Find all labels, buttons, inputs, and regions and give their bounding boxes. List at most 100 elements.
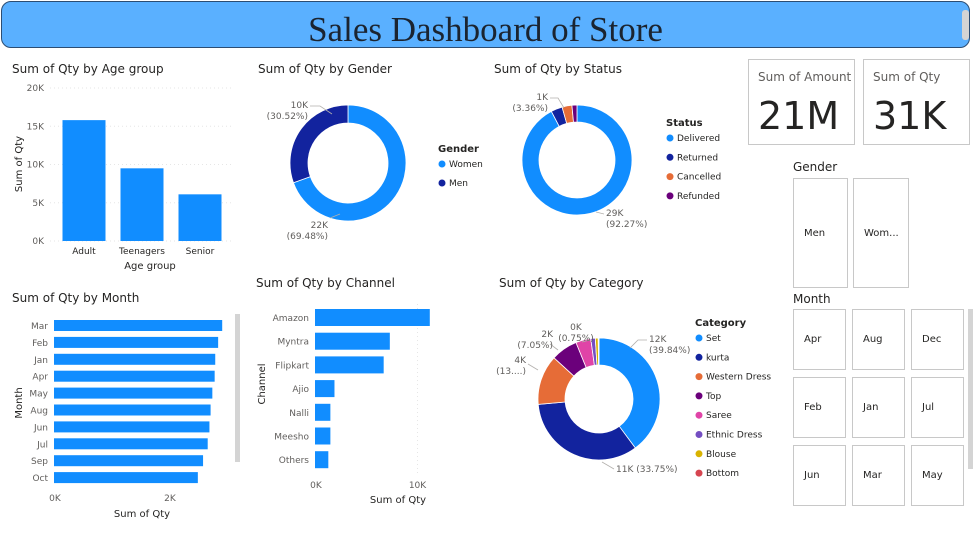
slice-bottom xyxy=(597,337,600,366)
sum-of-qty-card: Sum of Qty 31K xyxy=(863,59,970,145)
leader-line xyxy=(550,97,565,109)
legend-label-western-dress: Western Dress xyxy=(706,373,771,383)
y-tick-label: Jan xyxy=(33,356,48,366)
leader-line xyxy=(629,339,647,349)
bar-feb xyxy=(54,336,219,348)
x-tick-label: Adult xyxy=(72,247,96,257)
bar-amazon xyxy=(315,309,430,326)
data-label: (39.84%) xyxy=(649,346,690,356)
y-tick-label: Apr xyxy=(32,373,48,383)
bar-senior xyxy=(178,194,222,241)
month-slicer-scrollbar[interactable] xyxy=(968,309,973,469)
y-tick-label: Oct xyxy=(32,474,48,484)
legend-title: Category xyxy=(695,318,747,329)
y-tick-label: Flipkart xyxy=(275,361,309,371)
x-tick-label: Teenagers xyxy=(118,247,165,257)
leader-line xyxy=(595,211,605,215)
leader-line xyxy=(601,461,615,470)
month-slicer-apr[interactable]: Apr xyxy=(793,309,846,370)
bar-others xyxy=(315,451,329,469)
month-slicer-jul[interactable]: Jul xyxy=(911,377,964,438)
channel-chart-title: Sum of Qty by Channel xyxy=(256,276,395,290)
legend-label-men: Men xyxy=(449,179,468,189)
data-label: 12K xyxy=(649,335,667,345)
x-tick-label: 2K xyxy=(164,494,177,504)
legend-marker xyxy=(438,160,446,168)
y-axis-title: Sum of Qty xyxy=(14,136,25,192)
category-donut-chart: 12K(39.84%) 11K (33.75%) 4K(13....) 2K(7.05… xyxy=(496,318,771,479)
data-label: (3.36%) xyxy=(512,104,548,114)
legend-marker xyxy=(695,392,703,400)
data-label: (30.52%) xyxy=(267,112,308,122)
legend-label-bottom: Bottom xyxy=(706,469,739,479)
age-group-chart: 0K 5K 10K 15K 20K Adult Teenagers Senior Age gro… xyxy=(14,84,232,272)
y-tick-label: Others xyxy=(279,456,310,466)
data-label: 22K xyxy=(311,221,329,231)
sum-of-amount-value: 21M xyxy=(758,94,840,138)
month-chart-scrollbar[interactable] xyxy=(235,314,240,462)
category-chart-title: Sum of Qty by Category xyxy=(499,276,644,290)
sum-of-qty-label: Sum of Qty xyxy=(873,70,941,84)
legend-marker xyxy=(438,179,446,187)
legend-title: Gender xyxy=(438,144,479,155)
month-slicer-jan[interactable]: Jan xyxy=(852,377,905,438)
legend-marker xyxy=(695,469,703,477)
dashboard-title: Sales Dashboard of Store xyxy=(308,10,663,49)
data-label: 1K xyxy=(536,93,549,103)
data-label: (69.48%) xyxy=(287,232,328,242)
legend-label-kurta: kurta xyxy=(706,353,729,363)
month-slicer-jun[interactable]: Jun xyxy=(793,445,846,506)
bar-teenagers xyxy=(120,168,164,241)
y-tick-label: Feb xyxy=(32,339,48,349)
bar-meesho xyxy=(315,427,331,445)
gender-slicer-men[interactable]: Men xyxy=(793,178,848,288)
bar-ajio xyxy=(315,380,335,398)
legend-title: Status xyxy=(666,118,703,129)
y-axis-title: Month xyxy=(14,387,25,418)
sum-of-amount-card: Sum of Amount 21M xyxy=(748,59,855,145)
bar-adult xyxy=(62,120,106,241)
legend-label-blouse: Blouse xyxy=(706,450,737,460)
legend-marker xyxy=(666,134,674,142)
gender-slicer-women[interactable]: Wom... xyxy=(853,178,909,288)
data-label: 29K xyxy=(606,209,624,219)
month-slicer-may[interactable]: May xyxy=(911,445,964,506)
legend-marker xyxy=(666,192,674,200)
bar-may xyxy=(54,387,213,399)
title-scroll-thumb[interactable] xyxy=(962,10,969,40)
bar-nalli xyxy=(315,403,331,421)
legend-marker xyxy=(695,431,703,438)
y-tick-label: May xyxy=(29,390,48,400)
y-tick-label: Meesho xyxy=(274,433,309,443)
x-axis-title: Sum of Qty xyxy=(114,509,170,520)
y-tick-label: 5K xyxy=(32,199,45,209)
age-chart-title: Sum of Qty by Age group xyxy=(12,62,164,76)
y-tick-label: Jul xyxy=(36,440,48,450)
legend-label-women: Women xyxy=(449,160,483,170)
y-tick-label: Mar xyxy=(31,322,48,332)
data-label: 2K xyxy=(541,330,554,340)
month-bar-chart: Mar Feb Jan Apr May Aug Jun Jul Sep Oct0K 2K Sum of… xyxy=(14,320,223,520)
month-slicer-mar[interactable]: Mar xyxy=(852,445,905,506)
y-tick-label: Amazon xyxy=(273,314,309,324)
data-label: (13....) xyxy=(496,367,526,377)
bar-apr xyxy=(54,370,215,382)
x-axis-title: Sum of Qty xyxy=(370,495,426,506)
month-slicer-feb[interactable]: Feb xyxy=(793,377,846,438)
y-tick-label: 15K xyxy=(27,122,45,132)
dashboard-title-bar: Sales Dashboard of Store xyxy=(1,1,970,49)
legend-marker xyxy=(695,353,703,361)
legend-marker xyxy=(666,173,674,181)
y-tick-label: Aug xyxy=(30,407,48,417)
month-slicer-aug[interactable]: Aug xyxy=(852,309,905,370)
slice-kurta xyxy=(537,401,636,461)
y-tick-label: Nalli xyxy=(289,409,309,419)
legend-marker xyxy=(695,373,703,381)
month-slicer-dec[interactable]: Dec xyxy=(911,309,964,370)
legend-marker xyxy=(695,334,703,342)
legend-label-refunded: Refunded xyxy=(677,192,720,202)
bar-jun xyxy=(54,421,210,433)
leader-line xyxy=(527,363,539,371)
data-label: (0.75%) xyxy=(558,334,594,344)
bar-aug xyxy=(54,404,211,416)
